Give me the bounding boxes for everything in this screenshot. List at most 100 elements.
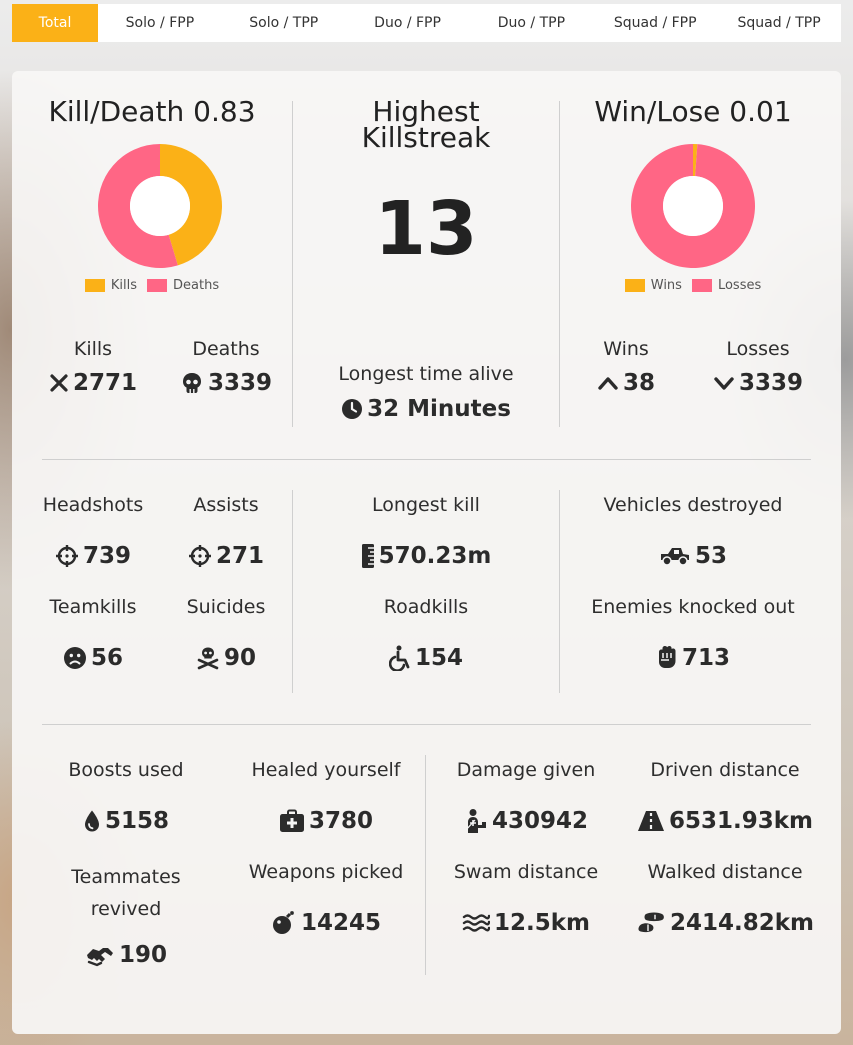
kills-value: 2771 (33, 370, 153, 396)
knocked-label: Enemies knocked out (591, 596, 795, 618)
headshots-number: 739 (82, 543, 131, 569)
legend-wins[interactable]: Wins (624, 278, 682, 293)
walked-label: Walked distance (647, 861, 803, 883)
kd-donut-chart (97, 144, 222, 268)
boosts-label: Boosts used (68, 759, 184, 781)
longest-time-label: Longest time alive (338, 363, 514, 385)
losses-value: 3339 (698, 370, 818, 396)
section-divider (42, 459, 811, 460)
vehicles-value: 53 (559, 543, 827, 569)
x-icon (50, 374, 68, 392)
frown-icon (63, 647, 86, 669)
legend-losses-label: Losses (717, 278, 762, 293)
revived-label-line1: Teammates (71, 866, 181, 888)
clock-icon (342, 399, 363, 419)
wins-number: 38 (622, 370, 655, 396)
legend-kills-label: Kills (110, 278, 138, 293)
skull-icon (182, 373, 201, 393)
wl-legend: Wins Losses (559, 278, 827, 293)
kills-number: 2771 (72, 370, 137, 396)
roadkills-label: Roadkills (383, 596, 469, 618)
tab-solo-tpp[interactable]: Solo / TPP (222, 4, 346, 42)
drop-icon (84, 810, 99, 832)
killstreak-title-line2: Killstreak (361, 121, 491, 154)
knocked-value: 713 (559, 645, 827, 671)
chevron-up-icon (598, 377, 618, 390)
damage-label: Damage given (456, 759, 596, 781)
healed-label: Healed yourself (251, 759, 401, 781)
legend-deaths[interactable]: Deaths (147, 278, 219, 293)
longest-kill-label: Longest kill (372, 494, 480, 516)
walked-value: 2414.82km (625, 910, 825, 936)
wl-title: Win/Lose 0.01 (594, 95, 792, 128)
tab-total[interactable]: Total (12, 4, 98, 42)
deaths-label: Deaths (192, 338, 260, 360)
tab-duo-tpp[interactable]: Duo / TPP (469, 4, 593, 42)
swam-label: Swam distance (453, 861, 599, 883)
losses-number: 3339 (738, 370, 803, 396)
kd-title: Kill/Death 0.83 (48, 95, 256, 128)
tab-duo-fpp[interactable]: Duo / FPP (346, 4, 470, 42)
road-icon (637, 811, 664, 831)
kills-label: Kills (73, 338, 113, 360)
boosts-number: 5158 (104, 808, 169, 834)
longest-time-value: 32 Minutes (292, 396, 560, 422)
injured-person-icon (465, 809, 486, 833)
divider (425, 755, 426, 975)
kd-legend: Kills Deaths (12, 278, 292, 293)
vehicles-number: 53 (694, 543, 727, 569)
driven-label: Driven distance (650, 759, 800, 781)
wins-label: Wins (603, 338, 649, 360)
healed-number: 3780 (308, 808, 373, 834)
suicides-label: Suicides (186, 596, 266, 618)
water-icon (462, 914, 490, 932)
legend-kills[interactable]: Kills (84, 278, 138, 293)
revived-value: 190 (56, 942, 196, 968)
tab-squad-tpp[interactable]: Squad / TPP (717, 4, 841, 42)
revived-label-line2: revived (90, 898, 162, 920)
legend-losses[interactable]: Losses (691, 278, 762, 293)
bomb-icon (272, 911, 294, 934)
stats-card: Kill/Death 0.83 Kills Deaths Kills 2771 … (12, 71, 841, 1034)
roadkills-number: 154 (414, 645, 463, 671)
legend-deaths-swatch (147, 279, 168, 292)
longest-kill-value: 570.23m (292, 543, 560, 569)
damage-number: 430942 (491, 808, 589, 834)
driven-value: 6531.93km (625, 808, 825, 834)
longest-kill-number: 570.23m (378, 543, 492, 569)
ruler-icon (361, 544, 374, 568)
roadkills-value: 154 (292, 645, 560, 671)
headshots-label: Headshots (42, 494, 144, 516)
kd-donut-hole (130, 176, 190, 236)
medkit-icon (279, 809, 304, 832)
swam-value: 12.5km (441, 910, 611, 936)
vehicles-label: Vehicles destroyed (603, 494, 783, 516)
swam-number: 12.5km (493, 910, 590, 936)
skull-crossbones-icon (197, 647, 219, 670)
tab-squad-fpp[interactable]: Squad / FPP (593, 4, 717, 42)
section-divider (42, 724, 811, 725)
killstreak-value: 13 (374, 186, 478, 272)
deaths-value: 3339 (166, 370, 286, 396)
teamkills-value: 56 (33, 645, 153, 671)
killstreak-title: Highest Killstreak (292, 98, 560, 154)
assists-value: 271 (166, 543, 286, 569)
revived-number: 190 (118, 942, 167, 968)
tab-solo-fpp[interactable]: Solo / FPP (98, 4, 222, 42)
wl-donut-chart (631, 144, 755, 268)
legend-deaths-label: Deaths (173, 278, 220, 293)
wl-donut-hole (663, 176, 723, 236)
suicides-number: 90 (223, 645, 256, 671)
boosts-value: 5158 (56, 808, 196, 834)
walked-number: 2414.82km (669, 910, 815, 936)
assists-label: Assists (193, 494, 259, 516)
assists-number: 271 (215, 543, 264, 569)
legend-losses-swatch (691, 279, 712, 292)
crosshair-icon (188, 545, 211, 567)
handshake-icon (86, 948, 113, 967)
wins-value: 38 (566, 370, 686, 396)
legend-wins-swatch (624, 279, 645, 292)
healed-value: 3780 (246, 808, 406, 834)
teamkills-number: 56 (90, 645, 123, 671)
wheelchair-icon (388, 645, 410, 671)
